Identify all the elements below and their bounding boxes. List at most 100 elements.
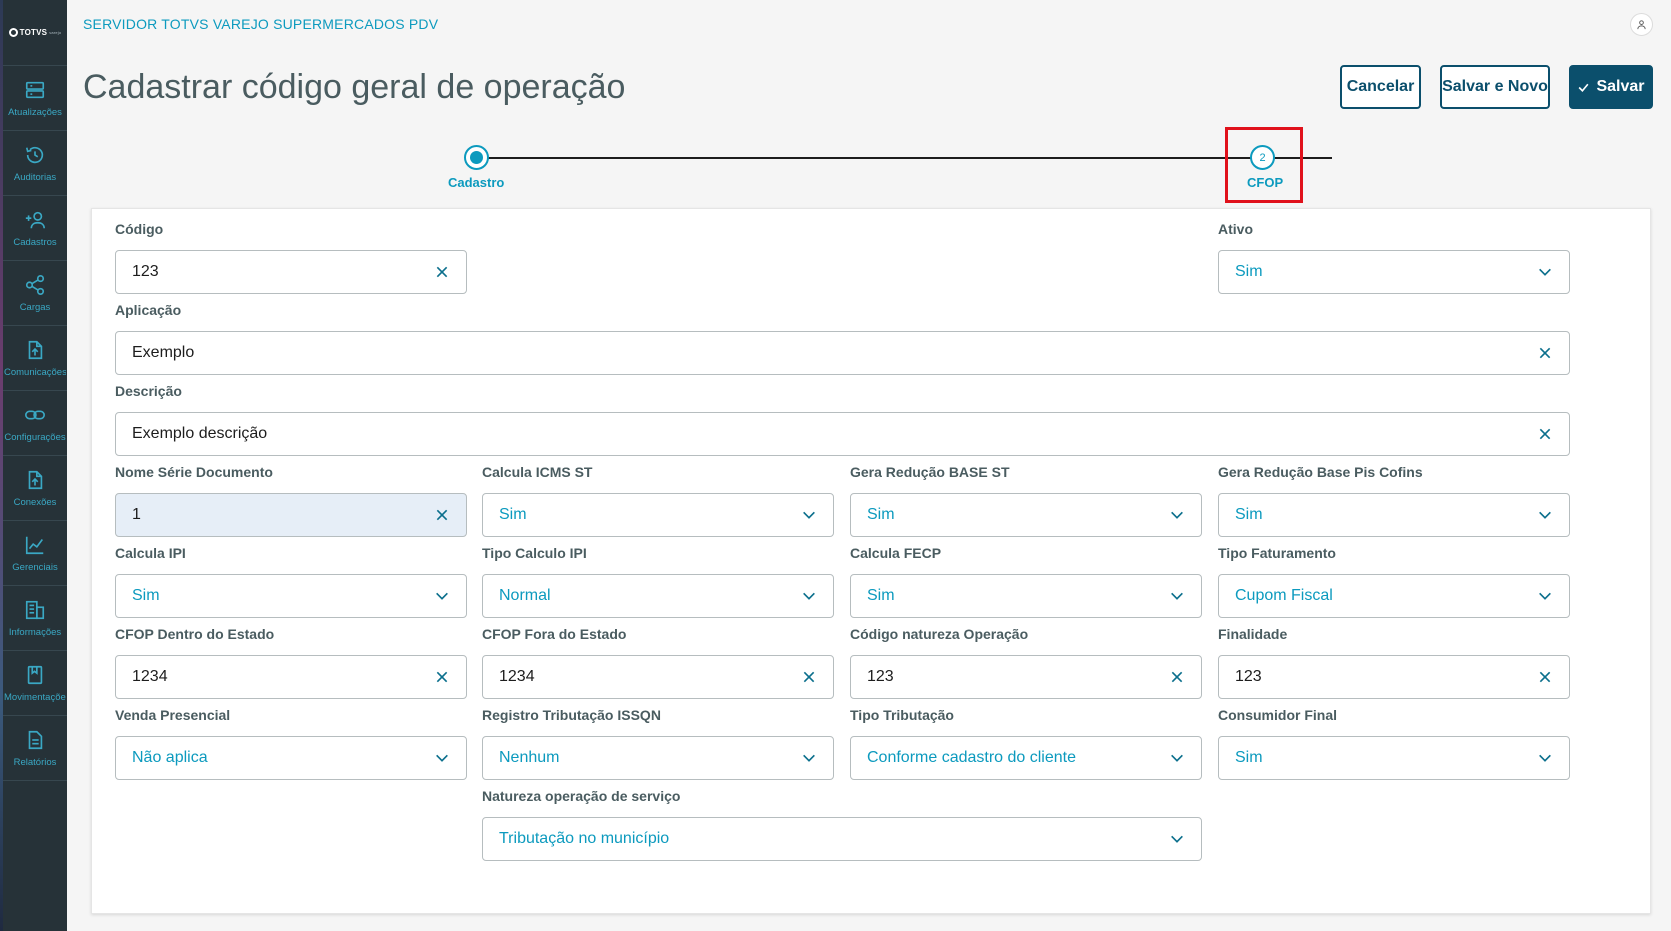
registro-issqn-value: Nenhum	[499, 749, 560, 766]
tipo-calculo-ipi-select[interactable]: Normal	[482, 574, 834, 618]
brand-name: TOTVS	[19, 28, 48, 37]
form-card: Código 123 Ativo Sim Aplicação Exemplo D…	[91, 208, 1651, 914]
sidebar: TOTVS varejo Atualizações Auditorias Cad…	[3, 0, 67, 931]
clear-icon[interactable]	[1537, 345, 1553, 361]
descricao-value: Exemplo descrição	[132, 425, 268, 442]
registro-issqn-select[interactable]: Nenhum	[482, 736, 834, 780]
user-icon	[1637, 20, 1646, 30]
sidebar-item-label: Relatórios	[13, 756, 57, 768]
aplicacao-input[interactable]: Exemplo	[115, 331, 1570, 375]
server-icon	[25, 81, 45, 98]
clear-icon[interactable]	[434, 669, 450, 685]
link-icon	[25, 410, 45, 419]
chevron-down-icon	[1539, 592, 1551, 600]
step-cadastro-label[interactable]: Cadastro	[448, 175, 504, 190]
stepper-line	[477, 157, 1332, 159]
sidebar-item-conexoes[interactable]: Conexões	[3, 456, 67, 521]
user-avatar[interactable]	[1630, 13, 1653, 36]
ativo-value: Sim	[1235, 263, 1263, 280]
tipo-tributacao-label: Tipo Tributação	[850, 707, 954, 723]
natureza-servico-label: Natureza operação de serviço	[482, 788, 681, 804]
finalidade-field: Finalidade 123	[1218, 626, 1570, 699]
chevron-down-icon	[803, 754, 815, 762]
sidebar-item-atualizacoes[interactable]: Atualizações	[3, 66, 67, 131]
check-icon	[1579, 83, 1589, 92]
clear-icon[interactable]	[1537, 669, 1553, 685]
tipo-tributacao-select[interactable]: Conforme cadastro do cliente	[850, 736, 1202, 780]
clear-icon[interactable]	[1169, 669, 1185, 685]
calcula-icms-st-select[interactable]: Sim	[482, 493, 834, 537]
step-cadastro-indicator[interactable]	[464, 145, 489, 170]
venda-presencial-select[interactable]: Não aplica	[115, 736, 467, 780]
server-title: SERVIDOR TOTVS VAREJO SUPERMERCADOS PDV	[83, 16, 439, 32]
cfop-dentro-value: 1234	[132, 668, 168, 685]
gera-reducao-pis-cofins-select[interactable]: Sim	[1218, 493, 1570, 537]
clear-icon[interactable]	[1537, 426, 1553, 442]
sidebar-item-movimentacoes[interactable]: Movimentações	[3, 651, 67, 716]
consumidor-final-label: Consumidor Final	[1218, 707, 1337, 723]
cfop-fora-input[interactable]: 1234	[482, 655, 834, 699]
ativo-field: Ativo Sim	[1218, 221, 1570, 294]
ativo-label: Ativo	[1218, 221, 1253, 237]
sidebar-item-comunicacoes[interactable]: Comunicações	[3, 326, 67, 391]
consumidor-final-field: Consumidor Final Sim	[1218, 707, 1570, 780]
finalidade-input[interactable]: 123	[1218, 655, 1570, 699]
nome-serie-label: Nome Série Documento	[115, 464, 273, 480]
codigo-natureza-input[interactable]: 123	[850, 655, 1202, 699]
natureza-servico-select[interactable]: Tributação no município	[482, 817, 1202, 861]
document-icon	[28, 730, 43, 749]
sidebar-item-cadastros[interactable]: Cadastros	[3, 196, 67, 261]
calcula-ipi-select[interactable]: Sim	[115, 574, 467, 618]
add-user-icon	[25, 211, 45, 228]
consumidor-final-select[interactable]: Sim	[1218, 736, 1570, 780]
natureza-servico-field: Natureza operação de serviço Tributação …	[482, 788, 1202, 861]
gera-reducao-base-st-field: Gera Redução BASE ST Sim	[850, 464, 1202, 537]
chevron-down-icon	[1171, 835, 1183, 843]
sidebar-item-cargas[interactable]: Cargas	[3, 261, 67, 326]
sidebar-item-label: Informações	[8, 626, 62, 638]
clear-icon[interactable]	[434, 507, 450, 523]
history-icon	[25, 146, 44, 163]
chevron-down-icon	[803, 592, 815, 600]
tipo-faturamento-select[interactable]: Cupom Fiscal	[1218, 574, 1570, 618]
sidebar-item-configuracoes[interactable]: Configurações	[3, 391, 67, 456]
codigo-input[interactable]: 123	[115, 250, 467, 294]
calcula-fecp-select[interactable]: Sim	[850, 574, 1202, 618]
sidebar-item-label: Atualizações	[8, 106, 62, 118]
cancel-button[interactable]: Cancelar	[1340, 65, 1421, 109]
gera-reducao-pis-cofins-label: Gera Redução Base Pis Cofins	[1218, 464, 1423, 480]
gera-reducao-base-st-label: Gera Redução BASE ST	[850, 464, 1010, 480]
sidebar-item-relatorios[interactable]: Relatórios	[3, 716, 67, 781]
nome-serie-field: Nome Série Documento 1	[115, 464, 467, 537]
cfop-dentro-field: CFOP Dentro do Estado 1234	[115, 626, 467, 699]
gera-reducao-pis-cofins-value: Sim	[1235, 506, 1263, 523]
share-icon	[25, 274, 45, 295]
sidebar-item-gerenciais[interactable]: Gerenciais	[3, 521, 67, 586]
tipo-calculo-ipi-value: Normal	[499, 587, 551, 604]
save-and-new-button[interactable]: Salvar e Novo	[1440, 65, 1550, 109]
clear-icon[interactable]	[801, 669, 817, 685]
chevron-down-icon	[436, 592, 448, 600]
aplicacao-value: Exemplo	[132, 344, 195, 361]
sidebar-item-auditorias[interactable]: Auditorias	[3, 131, 67, 196]
totvs-logo-mark	[8, 28, 18, 37]
clear-icon[interactable]	[434, 264, 450, 280]
save-button[interactable]: Salvar	[1569, 65, 1653, 109]
bookmark-icon	[27, 665, 43, 684]
sidebar-item-label: Auditorias	[13, 171, 57, 183]
totvs-logo: TOTVS varejo	[3, 0, 67, 66]
cfop-dentro-label: CFOP Dentro do Estado	[115, 626, 275, 642]
sidebar-item-informacoes[interactable]: Informações	[3, 586, 67, 651]
sidebar-item-label: Comunicações	[4, 366, 66, 378]
sidebar-item-label: Conexões	[13, 496, 57, 508]
codigo-natureza-label: Código natureza Operação	[850, 626, 1029, 642]
gera-reducao-base-st-select[interactable]: Sim	[850, 493, 1202, 537]
main-content: SERVIDOR TOTVS VAREJO SUPERMERCADOS PDV …	[67, 0, 1671, 931]
cfop-dentro-input[interactable]: 1234	[115, 655, 467, 699]
chevron-down-icon	[436, 754, 448, 762]
descricao-input[interactable]: Exemplo descrição	[115, 412, 1570, 456]
tipo-faturamento-value: Cupom Fiscal	[1235, 587, 1333, 604]
finalidade-value: 123	[1235, 668, 1262, 685]
ativo-select[interactable]: Sim	[1218, 250, 1570, 294]
nome-serie-input[interactable]: 1	[115, 493, 467, 537]
